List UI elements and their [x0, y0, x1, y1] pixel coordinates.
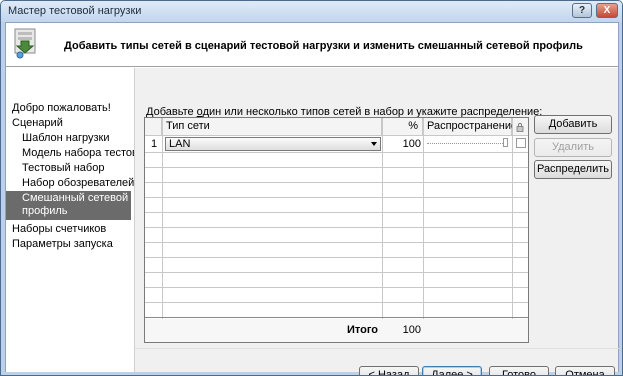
- nav-item-load-pattern[interactable]: Шаблон нагрузки: [22, 132, 110, 145]
- next-button[interactable]: Далее >: [422, 366, 482, 375]
- network-mix-grid[interactable]: Тип сети % Распространение 1 LAN 100 Ито…: [144, 117, 529, 343]
- nav-item-counter-sets[interactable]: Наборы счетчиков: [12, 223, 106, 236]
- lock-checkbox[interactable]: [516, 138, 526, 148]
- add-button[interactable]: Добавить: [534, 115, 612, 134]
- remove-button[interactable]: Удалить: [534, 138, 612, 157]
- footer-divider: [135, 348, 619, 349]
- table-row: [145, 168, 528, 183]
- table-row: [145, 183, 528, 198]
- network-type-dropdown[interactable]: LAN: [165, 137, 381, 151]
- wizard-client: Добавить типы сетей в сценарий тестовой …: [5, 22, 619, 375]
- network-type-value: LAN: [169, 138, 191, 150]
- finish-button[interactable]: Готово: [489, 366, 549, 375]
- help-button[interactable]: ?: [572, 3, 592, 18]
- wizard-network-icon: [14, 28, 36, 59]
- table-row: [145, 153, 528, 168]
- table-row: [145, 273, 528, 288]
- table-row[interactable]: 1 LAN 100: [145, 136, 528, 153]
- column-header-percent[interactable]: %: [382, 118, 423, 136]
- nav-item-run-settings[interactable]: Параметры запуска: [12, 238, 113, 251]
- column-header-lock[interactable]: [512, 118, 528, 136]
- distribution-slider[interactable]: [427, 143, 507, 144]
- row-header-corner: [145, 118, 162, 136]
- cancel-button[interactable]: Отмена: [555, 366, 615, 375]
- table-row: [145, 288, 528, 303]
- nav-item-browser-mix[interactable]: Набор обозревателей: [22, 177, 134, 190]
- chevron-down-icon: [371, 142, 377, 146]
- distribution-slider-thumb[interactable]: [503, 138, 508, 147]
- header-title: Добавить типы сетей в сценарий тестовой …: [64, 40, 583, 52]
- nav-item-test-mix[interactable]: Тестовый набор: [22, 162, 104, 175]
- column-header-network-type[interactable]: Тип сети: [162, 118, 382, 136]
- total-label: Итого: [346, 324, 378, 336]
- total-row: Итого 100: [145, 319, 528, 342]
- lock-icon: [516, 123, 524, 132]
- network-mix-page: Добавьте один или несколько типов сетей …: [134, 68, 619, 375]
- table-row: [145, 198, 528, 213]
- wizard-window: Мастер тестовой нагрузки ? X Добавить ти…: [0, 0, 623, 376]
- percent-value[interactable]: 100: [382, 138, 421, 150]
- column-header-distribution[interactable]: Распространение: [423, 118, 517, 136]
- title-bar: Мастер тестовой нагрузки ? X: [1, 1, 622, 22]
- wizard-navigation: Добро пожаловать! Сценарий Шаблон нагруз…: [6, 68, 138, 372]
- table-row: [145, 228, 528, 243]
- back-button[interactable]: < Назад: [359, 366, 419, 375]
- table-row: [145, 213, 528, 228]
- table-row: [145, 303, 528, 318]
- wizard-header: Добавить типы сетей в сценарий тестовой …: [6, 23, 618, 67]
- close-button[interactable]: X: [596, 3, 618, 18]
- distribute-button[interactable]: Распределить: [534, 160, 612, 179]
- total-value: 100: [402, 324, 421, 336]
- row-index: 1: [151, 138, 158, 150]
- nav-item-test-mix-model[interactable]: Модель набора тестов: [22, 147, 138, 160]
- nav-item-welcome[interactable]: Добро пожаловать!: [12, 102, 111, 115]
- window-title: Мастер тестовой нагрузки: [8, 5, 142, 17]
- nav-item-network-mix[interactable]: Смешанный сетевой профиль: [6, 191, 131, 220]
- table-row: [145, 258, 528, 273]
- table-row: [145, 243, 528, 258]
- nav-item-scenario[interactable]: Сценарий: [12, 117, 63, 130]
